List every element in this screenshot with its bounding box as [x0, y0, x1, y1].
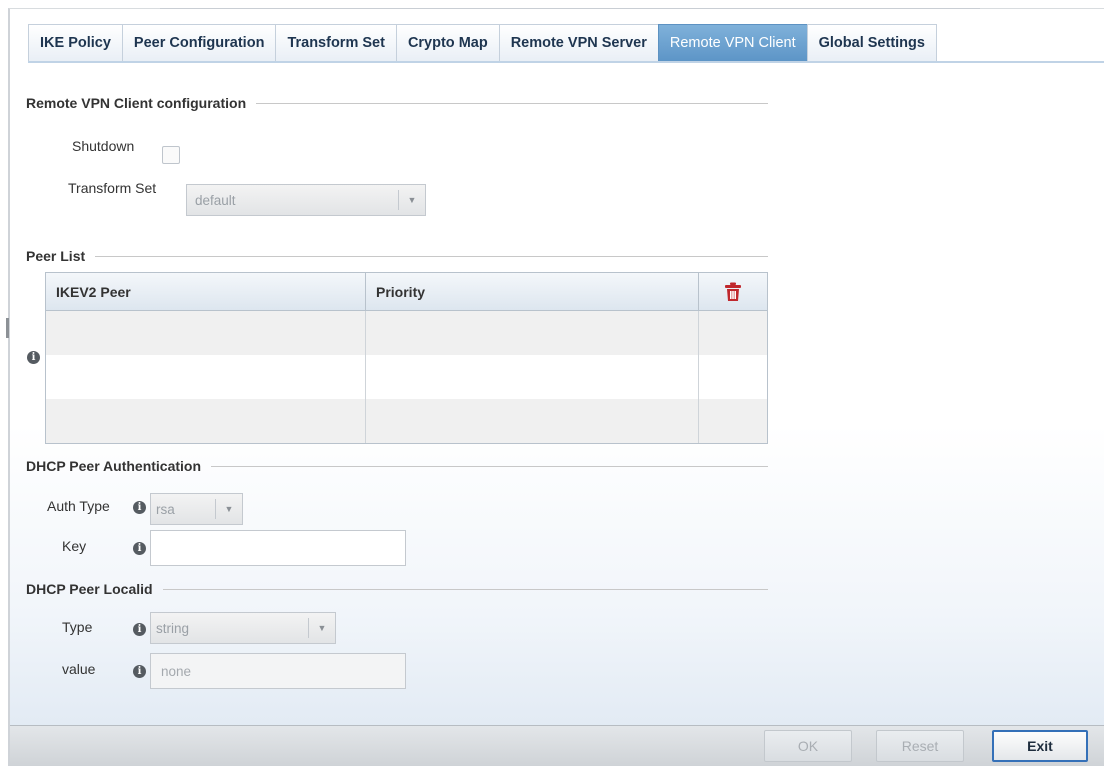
chevron-down-icon: ▼ — [224, 504, 234, 514]
table-row — [46, 355, 767, 399]
ok-button[interactable]: OK — [764, 730, 852, 762]
column-header-priority[interactable]: Priority — [366, 273, 699, 310]
table-cell — [366, 355, 699, 399]
table-row — [46, 399, 767, 443]
auth-type-value: rsa — [156, 501, 175, 517]
column-header-ikev2-peer[interactable]: IKEV2 Peer — [46, 273, 366, 310]
table-cell — [46, 399, 366, 443]
table-header: IKEV2 Peer Priority — [46, 273, 767, 311]
section-rule — [211, 465, 768, 467]
key-label: Key — [62, 538, 87, 554]
type-label: Type — [62, 619, 93, 635]
localid-value-input[interactable]: none — [150, 653, 406, 689]
table-row — [46, 311, 767, 355]
top-divider — [160, 8, 980, 9]
section-rule — [256, 102, 768, 104]
localid-type-value: string — [156, 620, 190, 636]
section-title: Remote VPN Client configuration — [26, 95, 247, 111]
chevron-down-icon: ▼ — [407, 195, 417, 205]
resize-handle[interactable] — [6, 318, 9, 338]
table-cell — [699, 399, 767, 443]
table-cell — [366, 399, 699, 443]
chevron-down-icon: ▼ — [317, 623, 327, 633]
section-title: Peer List — [26, 248, 86, 264]
info-icon[interactable]: i — [133, 623, 146, 636]
auth-type-select[interactable]: rsa ▼ — [150, 493, 243, 525]
tab-ike-policy[interactable]: IKE Policy — [28, 24, 122, 62]
table-cell — [46, 355, 366, 399]
info-icon[interactable]: i — [27, 351, 40, 364]
section-peer-list: Peer List — [26, 248, 768, 264]
info-icon[interactable]: i — [133, 501, 146, 514]
section-client-config: Remote VPN Client configuration — [26, 95, 768, 111]
section-rule — [95, 255, 768, 257]
info-icon[interactable]: i — [133, 542, 146, 555]
trash-icon[interactable] — [724, 282, 742, 302]
info-icon[interactable]: i — [133, 665, 146, 678]
tab-peer-configuration[interactable]: Peer Configuration — [121, 24, 276, 62]
tab-bar: IKE Policy Peer Configuration Transform … — [28, 24, 937, 62]
section-rule — [162, 588, 768, 590]
section-dhcp-auth: DHCP Peer Authentication — [26, 458, 768, 474]
tab-crypto-map[interactable]: Crypto Map — [395, 24, 499, 62]
auth-type-label: Auth Type — [47, 498, 110, 514]
reset-button[interactable]: Reset — [876, 730, 964, 762]
delete-column-header — [699, 273, 767, 310]
table-cell — [46, 311, 366, 355]
section-title: DHCP Peer Localid — [26, 581, 153, 597]
shutdown-label: Shutdown — [72, 138, 135, 154]
table-cell — [699, 355, 767, 399]
tab-strip-underline — [28, 61, 1104, 63]
tab-transform-set[interactable]: Transform Set — [275, 24, 396, 62]
tab-global-settings[interactable]: Global Settings — [806, 24, 937, 62]
tab-remote-vpn-client[interactable]: Remote VPN Client — [657, 24, 807, 62]
exit-button[interactable]: Exit — [992, 730, 1088, 762]
section-dhcp-localid: DHCP Peer Localid — [26, 581, 768, 597]
key-input[interactable] — [150, 530, 406, 566]
transform-set-label: Transform Set — [68, 180, 157, 196]
peer-list-table: IKEV2 Peer Priority — [45, 272, 768, 444]
value-label: value — [62, 661, 96, 677]
transform-set-select[interactable]: default ▼ — [186, 184, 426, 216]
tab-remote-vpn-server[interactable]: Remote VPN Server — [498, 24, 658, 62]
localid-type-select[interactable]: string ▼ — [150, 612, 336, 644]
transform-set-value: default — [195, 192, 236, 208]
table-cell — [366, 311, 699, 355]
shutdown-checkbox[interactable] — [162, 146, 180, 164]
table-cell — [699, 311, 767, 355]
section-title: DHCP Peer Authentication — [26, 458, 202, 474]
